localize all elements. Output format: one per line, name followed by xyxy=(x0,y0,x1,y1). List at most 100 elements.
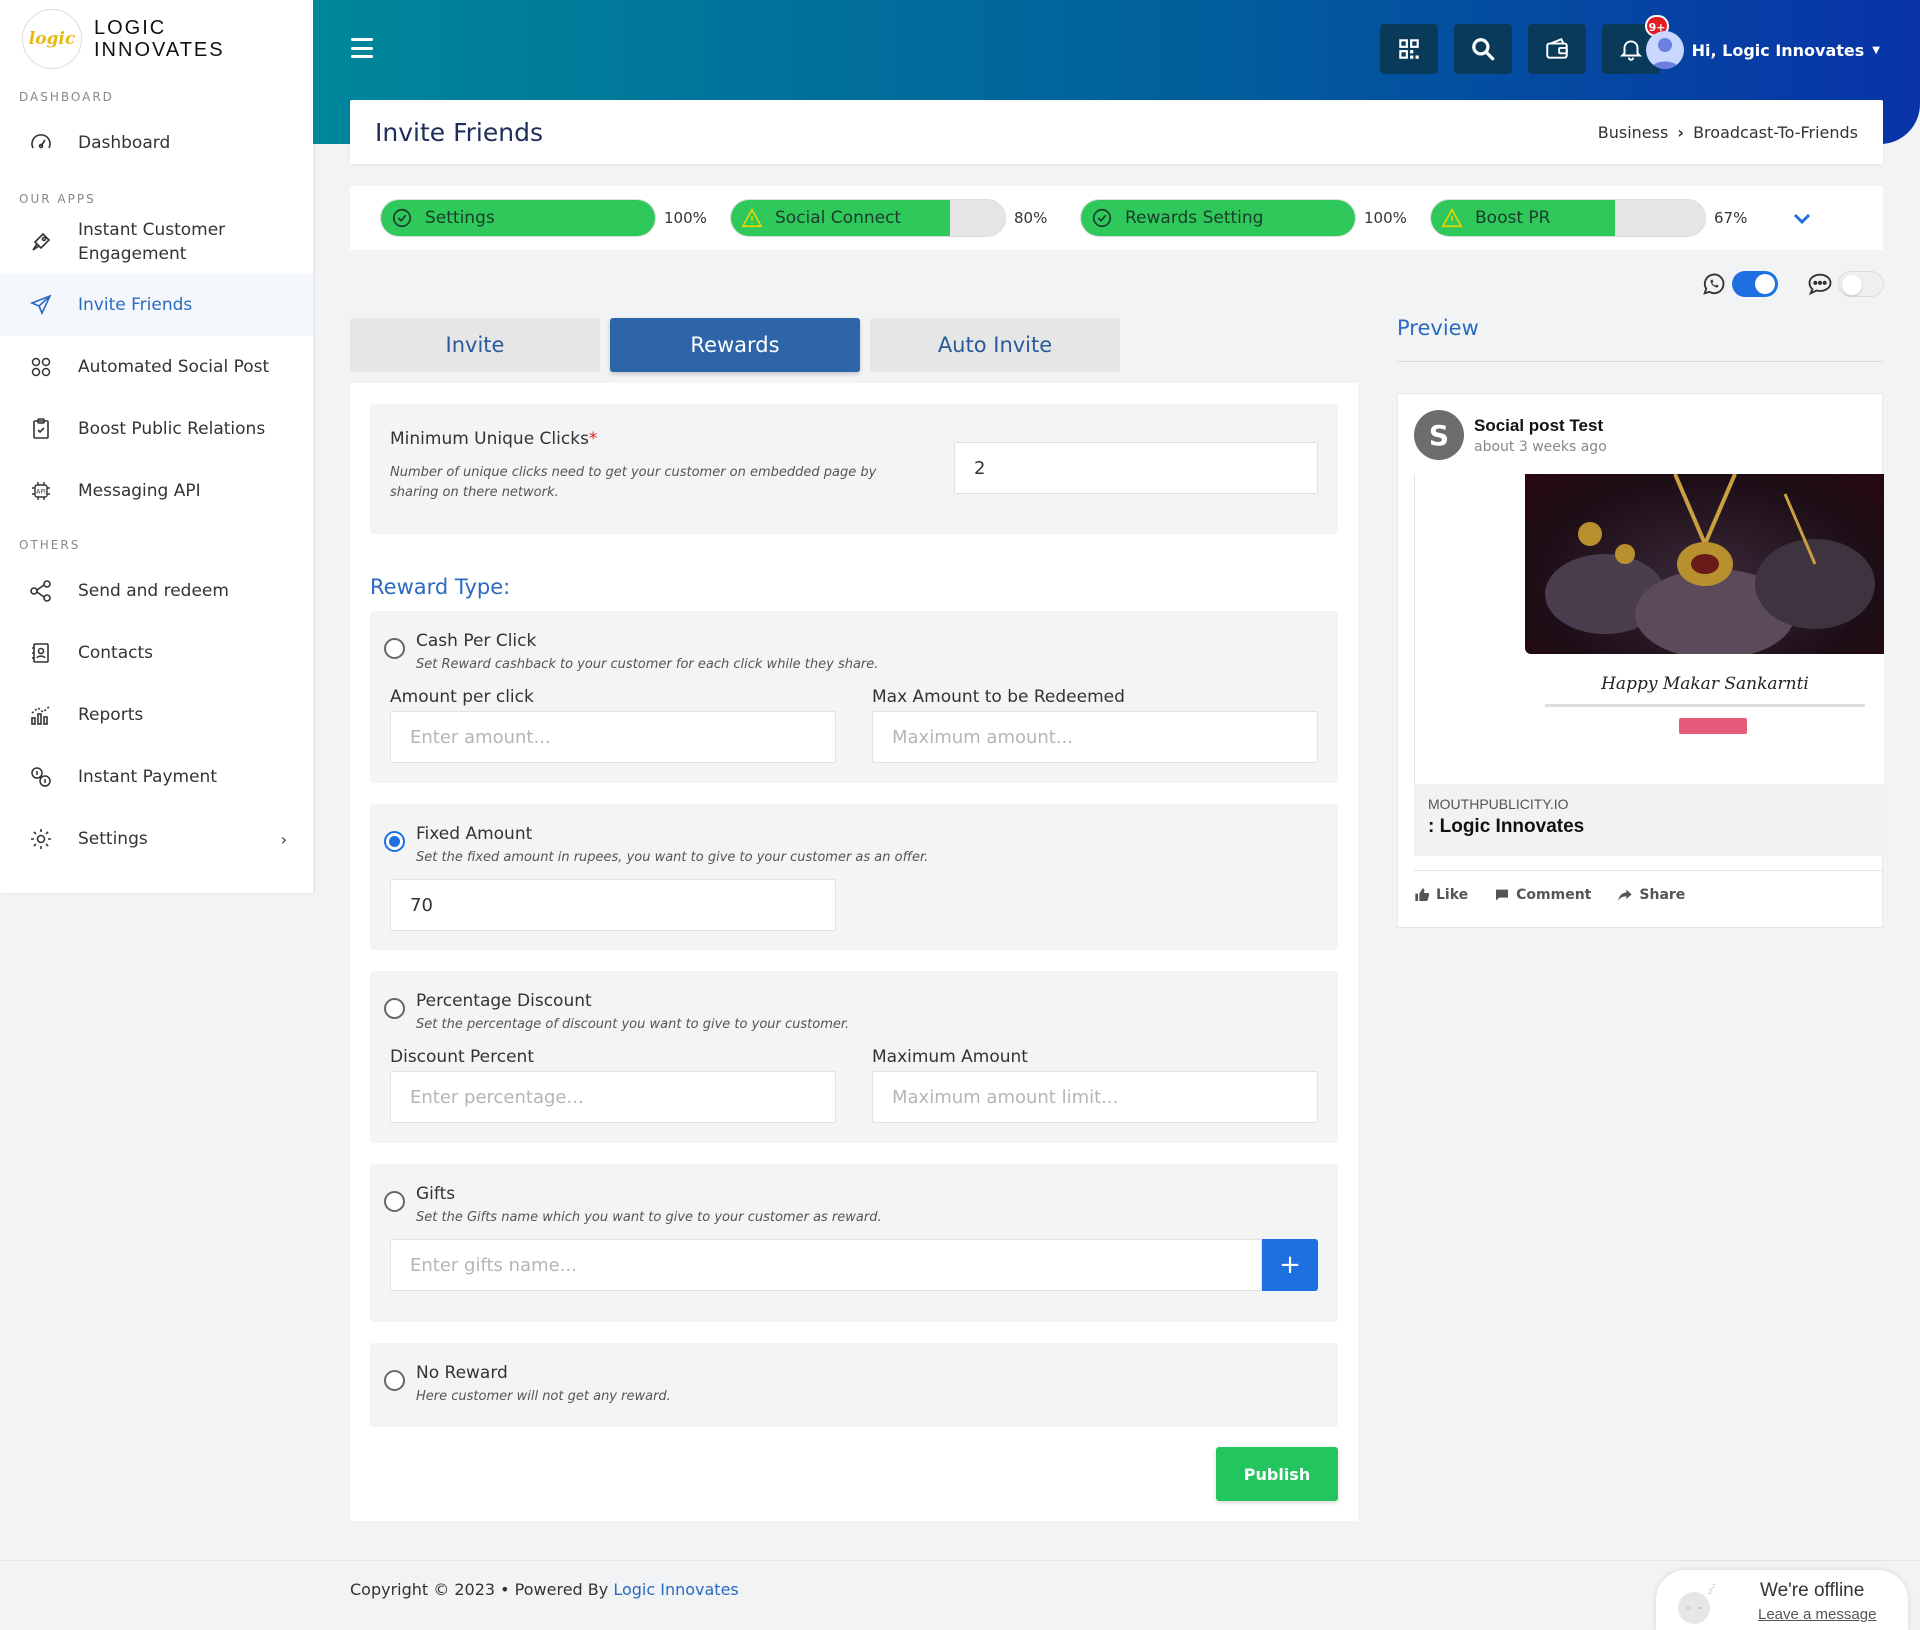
tab-auto-invite[interactable]: Auto Invite xyxy=(870,318,1120,372)
no-reward-box: No Reward Here customer will not get any… xyxy=(370,1343,1338,1427)
qr-code-button[interactable] xyxy=(1380,24,1438,74)
min-clicks-box: Minimum Unique Clicks* Number of unique … xyxy=(370,404,1338,534)
svg-text:z: z xyxy=(1712,1583,1716,1590)
menu-toggle-icon[interactable] xyxy=(351,38,373,58)
social-icon xyxy=(28,354,54,380)
post-image: Happy Makar Sankarnti xyxy=(1414,474,1884,784)
comment-button[interactable]: Comment xyxy=(1494,887,1591,903)
preview-divider xyxy=(1397,361,1883,362)
percentage-discount-radio[interactable] xyxy=(384,998,405,1019)
channel-toggles xyxy=(1700,270,1884,298)
tab-invite[interactable]: Invite xyxy=(350,318,600,372)
sidebar-item-label: Reports xyxy=(78,705,144,725)
progress-rewards-setting[interactable]: Rewards Setting 100% xyxy=(1080,199,1407,237)
sidebar-item-automated-social-post[interactable]: Automated Social Post xyxy=(0,336,313,398)
svg-text:API: API xyxy=(36,489,46,496)
progress-social-connect[interactable]: Social Connect 80% xyxy=(730,199,1054,237)
add-gift-button[interactable]: + xyxy=(1262,1239,1318,1291)
whatsapp-toggle[interactable] xyxy=(1732,271,1778,297)
tab-rewards[interactable]: Rewards xyxy=(610,318,860,372)
sidebar-item-label: Boost Public Relations xyxy=(78,419,266,439)
gifts-input[interactable]: Enter gifts name... xyxy=(390,1239,1262,1291)
sidebar-item-settings[interactable]: Settings › xyxy=(0,808,313,870)
rocket-icon xyxy=(28,229,54,255)
chat-status: We're offline xyxy=(1760,1580,1865,1601)
post-author: Social post Test xyxy=(1474,415,1604,435)
gear-icon xyxy=(28,826,54,852)
wallet-button[interactable] xyxy=(1528,24,1586,74)
sidebar-item-boost-public-relations[interactable]: Boost Public Relations xyxy=(0,398,313,460)
share-nodes-icon xyxy=(28,578,54,604)
bar-chart-icon xyxy=(28,702,54,728)
jewelry-photo xyxy=(1525,474,1884,654)
progress-label: Rewards Setting xyxy=(1125,208,1264,228)
nav-section-dashboard: DASHBOARD xyxy=(19,90,114,104)
page-title-card: Invite Friends Business › Broadcast-To-F… xyxy=(350,100,1883,164)
gifts-title: Gifts xyxy=(416,1184,456,1204)
sidebar-item-messaging-api[interactable]: API Messaging API xyxy=(0,460,313,522)
discount-percent-input[interactable]: Enter percentage... xyxy=(390,1071,836,1123)
maximum-amount-label: Maximum Amount xyxy=(872,1047,1028,1067)
footer-company-link[interactable]: Logic Innovates xyxy=(613,1580,738,1599)
fixed-amount-radio[interactable] xyxy=(384,831,405,852)
user-menu[interactable]: Hi, Logic Innovates ▼ xyxy=(1645,31,1880,69)
breadcrumb: Business › Broadcast-To-Friends xyxy=(1598,123,1858,142)
breadcrumb-current: Broadcast-To-Friends xyxy=(1693,122,1858,142)
sidebar-item-label: Instant Payment xyxy=(78,767,217,787)
like-button[interactable]: Like xyxy=(1414,887,1468,903)
chat-widget[interactable]: zz We're offline Leave a message xyxy=(1656,1570,1908,1630)
progress-boost-pr[interactable]: Boost PR 67% xyxy=(1430,199,1754,237)
post-image-subtext xyxy=(1545,704,1865,707)
qr-code-icon xyxy=(1399,39,1419,59)
sidebar-item-contacts[interactable]: Contacts xyxy=(0,622,313,684)
sidebar-item-instant-payment[interactable]: Instant Payment xyxy=(0,746,313,808)
sidebar-item-dashboard[interactable]: Dashboard xyxy=(0,112,313,174)
chevron-down-icon[interactable] xyxy=(1790,206,1814,230)
chat-bubble-icon xyxy=(1808,273,1832,296)
amount-per-click-input[interactable]: Enter amount... xyxy=(390,711,836,763)
comment-icon xyxy=(1496,889,1509,901)
sidebar-item-send-and-redeem[interactable]: Send and redeem xyxy=(0,560,313,622)
thumbs-up-icon xyxy=(1415,888,1430,901)
sidebar-item-reports[interactable]: Reports xyxy=(0,684,313,746)
maximum-amount-input[interactable]: Maximum amount limit... xyxy=(872,1071,1318,1123)
sidebar-item-instant-customer-engagement[interactable]: Instant Customer Engagement xyxy=(0,210,313,274)
gifts-radio[interactable] xyxy=(384,1191,405,1212)
check-circle-icon xyxy=(392,208,412,228)
amount-per-click-label: Amount per click xyxy=(390,687,534,707)
sms-toggle[interactable] xyxy=(1838,271,1884,297)
sidebar: logic LOGIC INNOVATES DASHBOARD Dashboar… xyxy=(0,0,313,893)
leave-message-link[interactable]: Leave a message xyxy=(1758,1606,1876,1623)
progress-settings[interactable]: Settings 100% xyxy=(380,199,707,237)
top-icons: 9+ xyxy=(1380,15,1669,74)
min-clicks-input[interactable]: 2 xyxy=(954,442,1318,494)
cash-per-click-box: Cash Per Click Set Reward cashback to yo… xyxy=(370,611,1338,783)
max-amount-redeemed-input[interactable]: Maximum amount... xyxy=(872,711,1318,763)
progress-label: Boost PR xyxy=(1475,208,1551,228)
nav-section-others: OTHERS xyxy=(19,538,81,552)
fixed-amount-title: Fixed Amount xyxy=(416,824,533,844)
cash-per-click-radio[interactable] xyxy=(384,638,405,659)
rewards-form: Minimum Unique Clicks* Number of unique … xyxy=(350,383,1358,1521)
brand[interactable]: logic LOGIC INNOVATES xyxy=(0,0,313,78)
min-clicks-label: Minimum Unique Clicks* xyxy=(390,429,598,449)
share-button[interactable]: Share xyxy=(1617,887,1685,903)
no-reward-radio[interactable] xyxy=(384,1370,405,1391)
sidebar-item-invite-friends[interactable]: Invite Friends xyxy=(0,274,313,336)
cash-per-click-title: Cash Per Click xyxy=(416,631,537,651)
user-greeting: Hi, Logic Innovates xyxy=(1691,40,1865,60)
page-title: Invite Friends xyxy=(375,117,543,147)
setup-progress: Settings 100% Social Connect 80% Rewards… xyxy=(350,186,1883,250)
fixed-amount-input[interactable]: 70 xyxy=(390,879,836,931)
brand-name: LOGIC INNOVATES xyxy=(94,17,225,61)
sidebar-item-label: Automated Social Post xyxy=(78,357,270,377)
search-button[interactable] xyxy=(1454,24,1512,74)
warning-icon xyxy=(1441,208,1463,228)
breadcrumb-parent[interactable]: Business xyxy=(1598,123,1669,142)
check-circle-icon xyxy=(1092,208,1112,228)
no-reward-hint: Here customer will not get any reward. xyxy=(416,1389,671,1404)
payment-icon xyxy=(28,764,54,790)
gifts-box: Gifts Set the Gifts name which you want … xyxy=(370,1164,1338,1322)
post-link-preview[interactable]: MOUTHPUBLICITY.IO : Logic Innovates xyxy=(1414,784,1884,856)
publish-button[interactable]: Publish xyxy=(1216,1447,1338,1501)
